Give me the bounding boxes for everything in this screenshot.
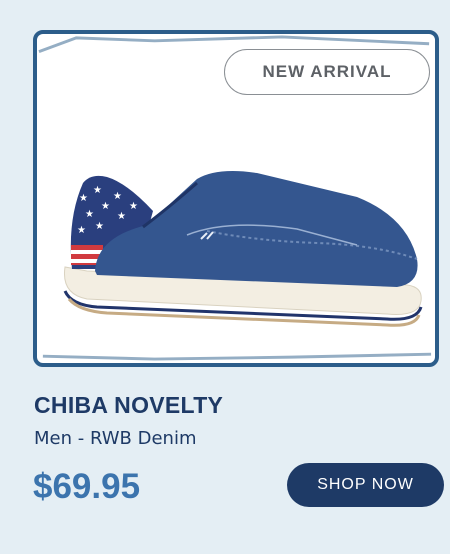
svg-text:★: ★	[85, 209, 94, 220]
product-name[interactable]: CHIBA NOVELTY	[34, 392, 223, 419]
shop-now-button[interactable]: SHOP NOW	[287, 463, 444, 507]
svg-text:★: ★	[95, 221, 104, 232]
svg-text:★: ★	[101, 201, 110, 212]
svg-text:★: ★	[113, 191, 122, 202]
new-arrival-badge: NEW ARRIVAL	[224, 49, 430, 95]
svg-text:★: ★	[93, 185, 102, 196]
shoe-upper	[95, 171, 418, 287]
svg-text:★: ★	[129, 201, 138, 212]
product-image[interactable]: ★ ★ ★ ★ ★ ★ ★ ★ ★	[57, 159, 427, 334]
svg-text:★: ★	[79, 193, 88, 204]
product-price: $69.95	[33, 467, 141, 506]
product-image-card[interactable]: NEW ARRIVAL ★ ★ ★ ★ ★ ★ ★ ★ ★	[33, 30, 439, 367]
svg-text:★: ★	[77, 225, 86, 236]
product-variant: Men - RWB Denim	[34, 428, 197, 449]
svg-text:★: ★	[117, 211, 126, 222]
